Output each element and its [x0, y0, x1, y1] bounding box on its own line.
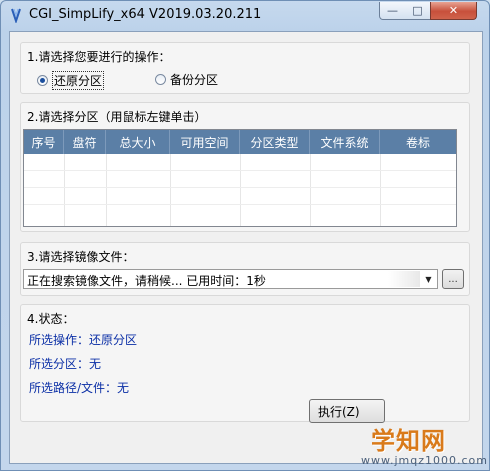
- grid-line: [310, 154, 311, 226]
- column-header[interactable]: 文件系统: [310, 130, 380, 154]
- grid-line: [24, 204, 456, 205]
- window-title: CGI_SimpLify_x64 V2019.03.20.211: [29, 7, 262, 22]
- minimize-button[interactable]: —: [379, 2, 406, 20]
- image-file-combo-value: 正在搜索镜像文件，请稍候... 已用时间：1秒: [27, 274, 266, 288]
- grid-line: [24, 170, 456, 171]
- image-group: 3.请选择镜像文件： 正在搜索镜像文件，请稍候... 已用时间：1秒 ▼ ...: [20, 242, 470, 296]
- radio-dot-backup[interactable]: [155, 74, 166, 85]
- operation-group: 1.请选择您要进行的操作： 还原分区 备份分区: [20, 42, 470, 94]
- client-area: 1.请选择您要进行的操作： 还原分区 备份分区 2.请选择分区（用鼠标左键单击）…: [9, 31, 483, 464]
- column-header[interactable]: 分区类型: [240, 130, 310, 154]
- grid-line: [380, 154, 381, 226]
- grid-line: [64, 154, 65, 226]
- status-path: 所选路径/文件：无: [29, 381, 130, 395]
- app-window: CGI_SimpLify_x64 V2019.03.20.211 — □ ✕ 1…: [0, 0, 490, 471]
- maximize-icon: □: [412, 4, 423, 17]
- radio-dot-restore[interactable]: [37, 75, 48, 86]
- radio-restore[interactable]: 还原分区: [37, 71, 105, 90]
- radio-backup[interactable]: 备份分区: [155, 71, 218, 88]
- close-icon: ✕: [448, 4, 459, 17]
- close-button[interactable]: ✕: [430, 2, 477, 20]
- watermark-logo: 学知网: [371, 427, 446, 455]
- radio-restore-label: 还原分区: [52, 71, 105, 90]
- grid-line: [240, 154, 241, 226]
- column-header[interactable]: 序号: [24, 130, 64, 154]
- minimize-icon: —: [387, 4, 398, 17]
- chevron-down-icon[interactable]: ▼: [420, 270, 437, 288]
- browse-button[interactable]: ...: [442, 269, 464, 289]
- column-header[interactable]: 可用空间: [170, 130, 240, 154]
- combo-fill: [388, 271, 420, 287]
- status-group-label: 4.状态：: [27, 312, 75, 326]
- image-file-combo[interactable]: 正在搜索镜像文件，请稍候... 已用时间：1秒 ▼: [23, 269, 438, 289]
- watermark-url: www.jmqz1000.com: [361, 454, 488, 467]
- table-header: 序号 盘符 总大小 可用空间 分区类型 文件系统 卷标: [24, 130, 456, 154]
- partition-group-label: 2.请选择分区（用鼠标左键单击）: [27, 110, 207, 124]
- grid-line: [106, 154, 107, 226]
- column-header[interactable]: 盘符: [64, 130, 106, 154]
- partition-group: 2.请选择分区（用鼠标左键单击） 序号 盘符 总大小 可用空间 分区类型 文件系…: [20, 102, 470, 232]
- status-operation: 所选操作：还原分区: [29, 333, 138, 347]
- status-group: 4.状态： 所选操作：还原分区 所选分区：无 所选路径/文件：无: [20, 304, 470, 422]
- status-partition: 所选分区：无: [29, 357, 102, 371]
- execute-button[interactable]: 执行(Z): [309, 399, 385, 423]
- column-header[interactable]: 卷标: [380, 130, 456, 154]
- app-icon: [11, 8, 21, 23]
- grid-line: [24, 187, 456, 188]
- grid-line: [170, 154, 171, 226]
- radio-backup-label: 备份分区: [170, 73, 219, 87]
- image-group-label: 3.请选择镜像文件：: [27, 250, 135, 264]
- operation-group-label: 1.请选择您要进行的操作：: [27, 50, 171, 64]
- maximize-button[interactable]: □: [405, 2, 431, 20]
- watermark: 学知网 www.jmqz1000.com: [353, 421, 489, 470]
- partition-table[interactable]: 序号 盘符 总大小 可用空间 分区类型 文件系统 卷标: [23, 129, 457, 227]
- table-body[interactable]: [24, 154, 456, 226]
- title-bar[interactable]: CGI_SimpLify_x64 V2019.03.20.211 — □ ✕: [1, 1, 489, 29]
- column-header[interactable]: 总大小: [106, 130, 170, 154]
